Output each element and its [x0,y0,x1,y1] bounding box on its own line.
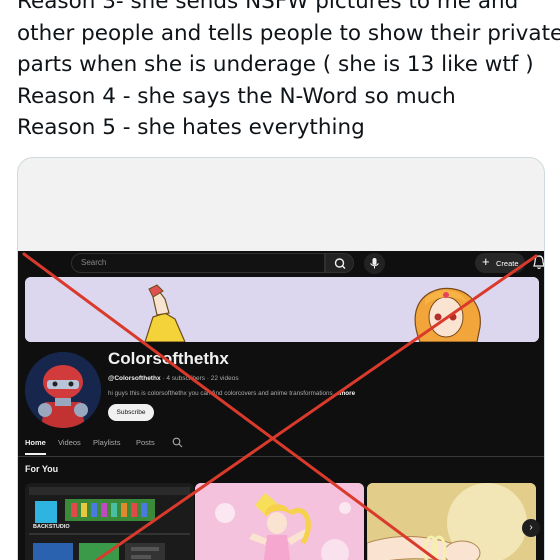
post-text-line: other people and tells people to show th… [17,20,560,46]
channel-meta: @Colorsofthethx · 4 subscribers · 22 vid… [108,375,239,382]
channel-banner [25,277,539,342]
video-thumbnail: BACKSTUDIO [25,483,194,560]
chevron-right-icon: › [522,519,540,537]
thumbnail-caption: BACKSTUDIO [33,524,70,530]
tab-videos: Videos [58,438,81,447]
channel-description-text: hi guys this is colorsofthethx you can f… [108,390,333,397]
search-input: Search [71,253,325,273]
create-label: Create [496,259,519,268]
post-text: Reason 3- she sends NSFW pictures to me … [17,0,560,144]
channel-description: hi guys this is colorsofthethx you can f… [108,390,355,397]
channel-name: Colorsofthethx [108,349,229,368]
channel-avatar [25,352,101,428]
search-icon [334,258,346,269]
bell-icon [533,255,544,270]
tab-playlists: Playlists [93,438,121,447]
banner-artwork [25,277,539,342]
channel-handle: @Colorsofthethx [108,375,161,382]
subscribe-button: Subscribe [108,404,154,421]
post-text-line: Reason 3- she sends NSFW pictures to me … [17,0,519,14]
plus-icon: + [482,254,490,269]
post-text-line: Reason 5 - she hates everything [17,115,365,140]
search-placeholder: Search [81,258,107,267]
post-text-line: Reason 4 - she says the N-Word so much [17,83,456,109]
youtube-channel-screenshot: Search + Create Colorsofthethx @Colorsof… [18,251,544,560]
voice-search-button [364,253,385,274]
video-thumbnail [367,483,536,560]
channel-stats: · 4 subscribers · 22 videos [160,375,239,382]
post-view: Reason 3- she sends NSFW pictures to me … [0,0,560,560]
video-thumbnail [195,483,364,560]
channel-tabs: Home Videos Playlists Posts [18,434,544,457]
tab-search-icon [172,437,183,448]
tab-posts: Posts [136,438,155,447]
mic-icon [370,258,379,269]
create-button: + Create [475,253,525,273]
active-tab-indicator [25,453,46,455]
post-text-line: parts when she is underage ( she is 13 l… [17,52,534,77]
more-link: ...more [334,390,356,397]
tab-home: Home [25,438,46,447]
post-media-image[interactable]: Search + Create Colorsofthethx @Colorsof… [17,157,545,560]
section-title: For You [25,464,59,474]
search-button [325,253,354,273]
